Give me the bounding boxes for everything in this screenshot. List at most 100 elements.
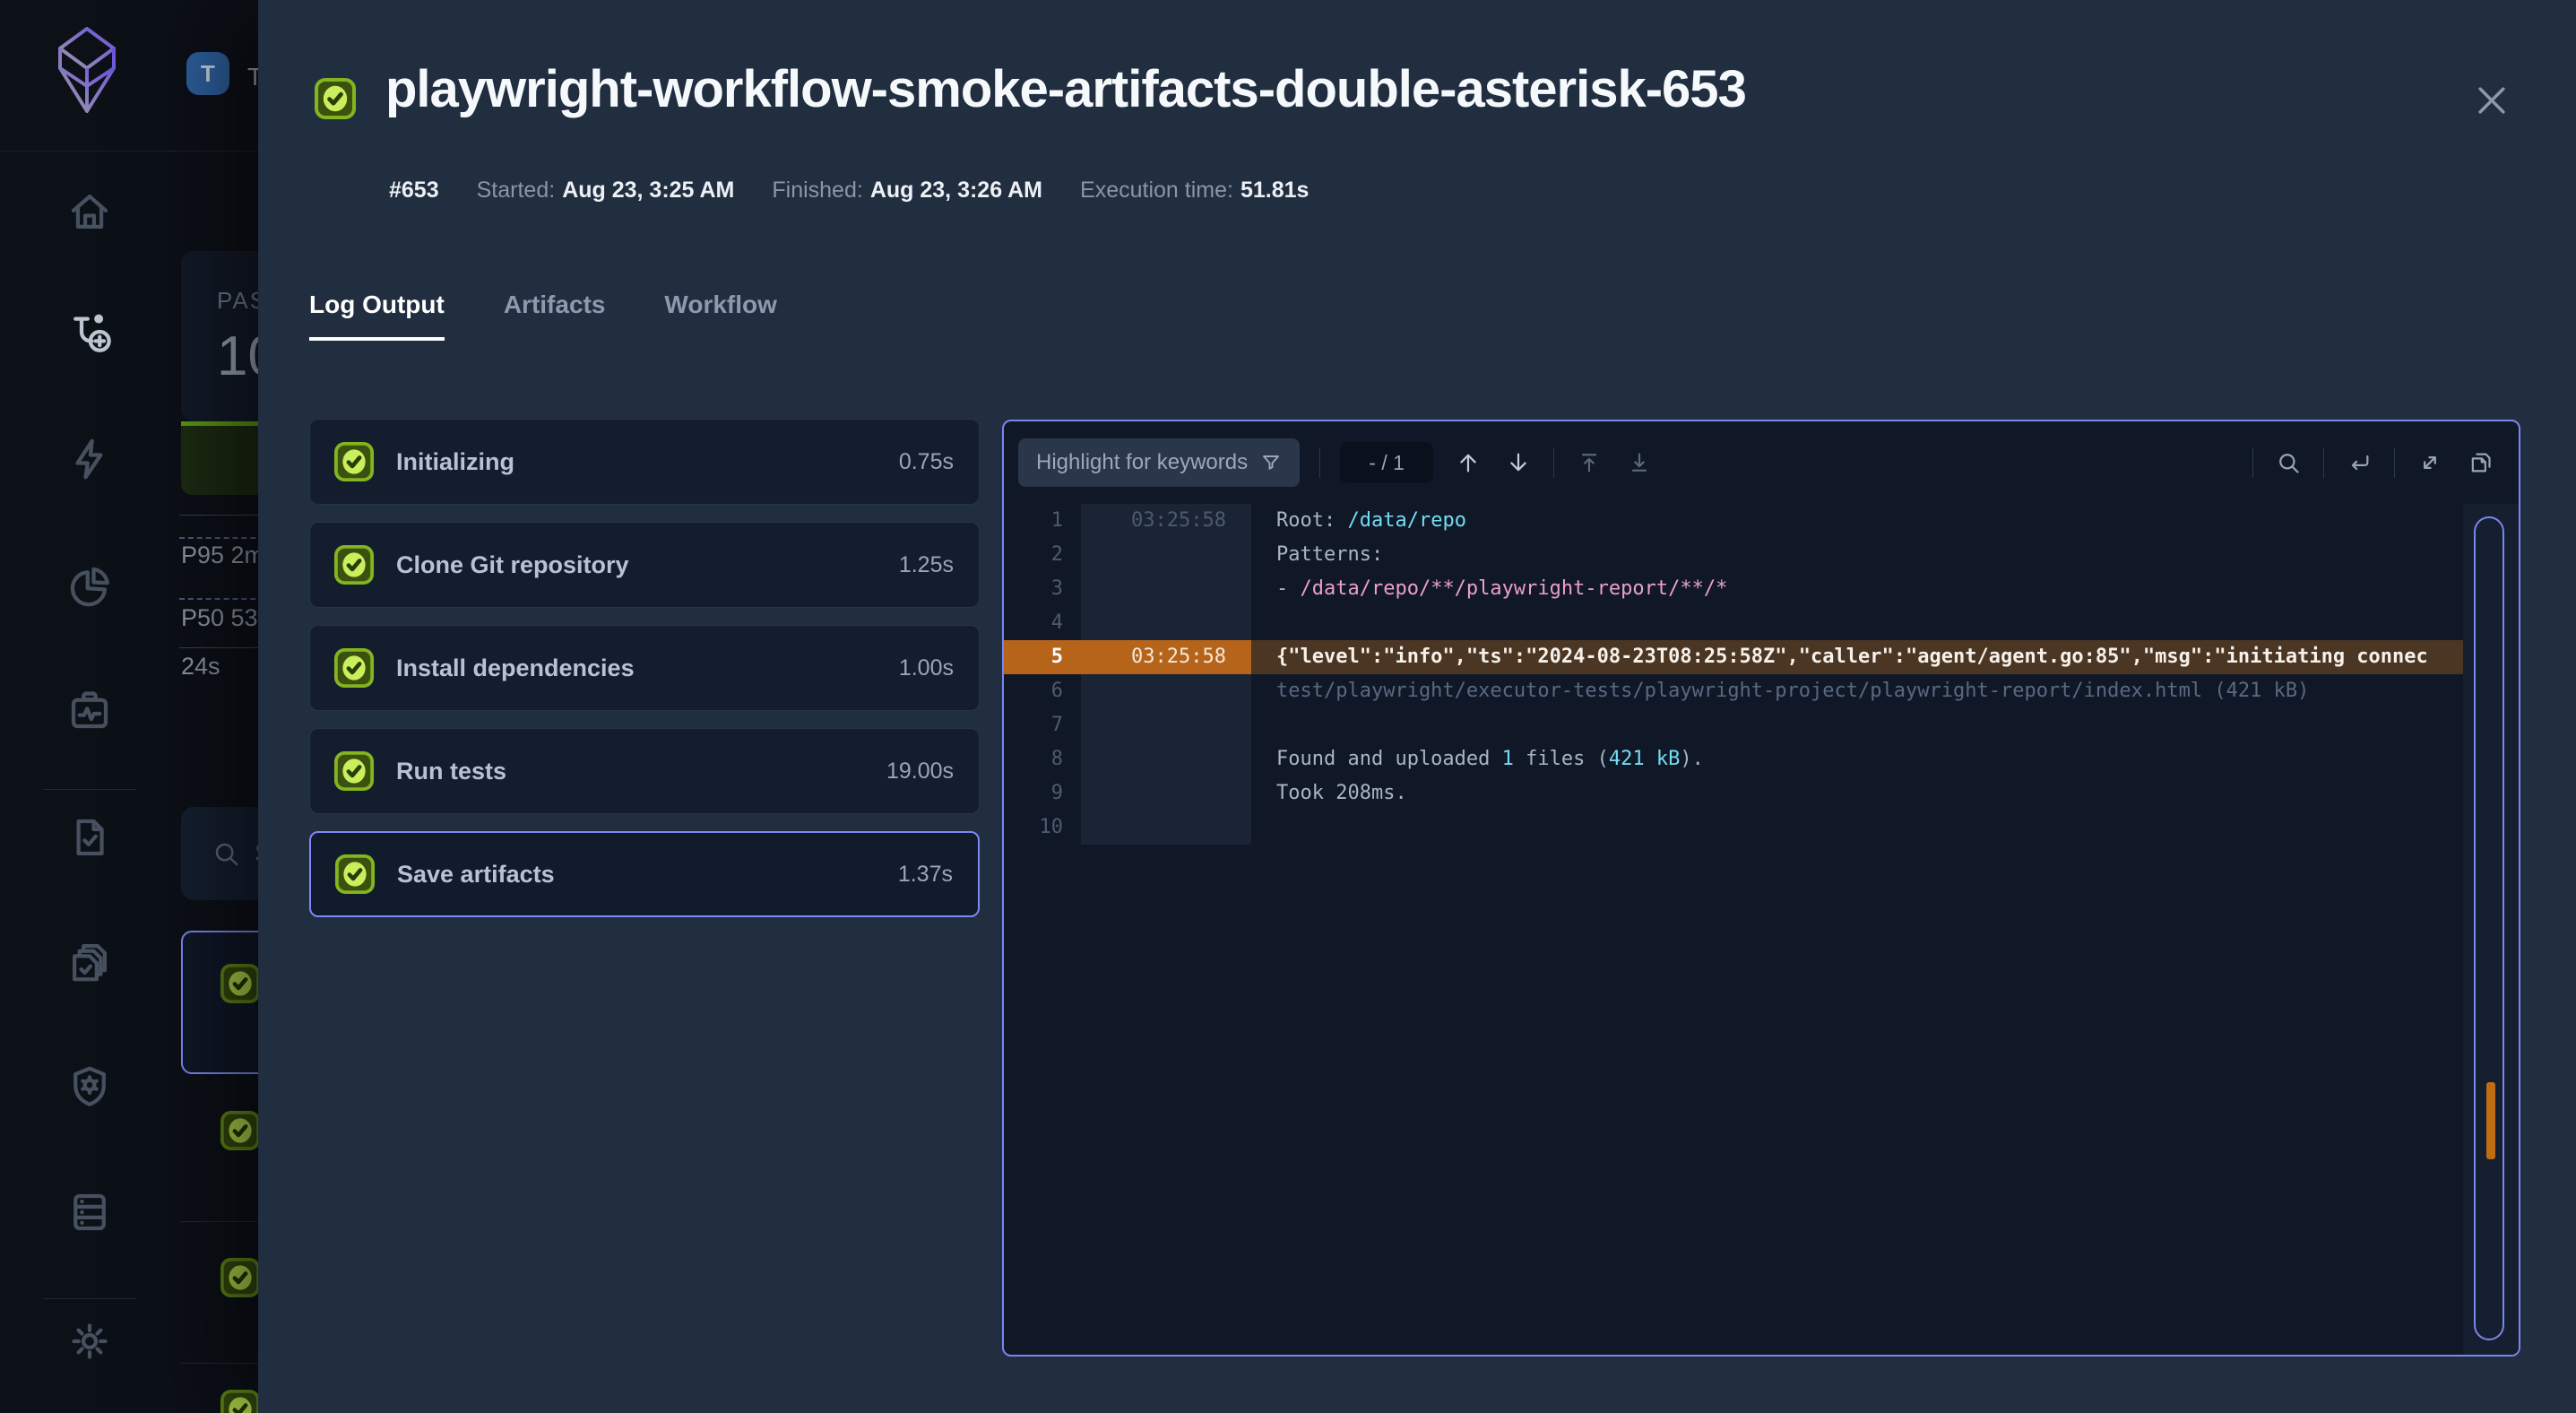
tab-workflow[interactable]: Workflow bbox=[664, 290, 776, 341]
step-list: Initializing0.75s Clone Git repository1.2… bbox=[309, 419, 980, 934]
match-counter: - / 1 bbox=[1340, 442, 1433, 483]
line-content: Patterns: bbox=[1251, 538, 2463, 572]
log-lines: 103:25:58Root: /data/repo2 Patterns:3- /d… bbox=[1004, 504, 2519, 845]
log-line[interactable]: 3- /data/repo/**/playwright-report/**/* bbox=[1004, 572, 2519, 606]
scroll-to-bottom-button[interactable] bbox=[1624, 447, 1655, 478]
doc-check-icon bbox=[65, 813, 114, 862]
gear-icon bbox=[65, 1317, 114, 1365]
sidebar-item-infrastructure[interactable] bbox=[65, 1188, 114, 1236]
step-item[interactable]: Run tests19.00s bbox=[309, 728, 980, 814]
line-content bbox=[1251, 708, 2463, 742]
sidebar-item-security[interactable] bbox=[65, 1062, 114, 1111]
sidebar-item-settings[interactable] bbox=[65, 1317, 114, 1365]
log-search-button[interactable] bbox=[2273, 447, 2304, 478]
line-number: 2 bbox=[1004, 538, 1081, 572]
line-content bbox=[1251, 606, 2463, 640]
step-success-icon bbox=[333, 441, 375, 482]
line-timestamp bbox=[1081, 606, 1251, 640]
app-screen: T To PAS 10 P95 2m P50 53s 24s Se playwr… bbox=[0, 0, 2576, 1413]
scrollbar-thumb[interactable] bbox=[2474, 516, 2504, 1340]
server-icon bbox=[65, 1188, 114, 1236]
scroll-to-top-button[interactable] bbox=[1574, 447, 1604, 478]
close-button[interactable] bbox=[2465, 74, 2519, 127]
step-item[interactable]: Initializing0.75s bbox=[309, 419, 980, 505]
wrap-lines-icon bbox=[2347, 450, 2372, 475]
copy-log-button[interactable] bbox=[2465, 447, 2495, 478]
log-line[interactable]: 9 Took 208ms. bbox=[1004, 776, 2519, 811]
toolbar-separator bbox=[1319, 447, 1320, 478]
log-scrollbar-gutter bbox=[2463, 504, 2519, 1355]
step-item[interactable]: Save artifacts1.37s bbox=[309, 831, 980, 917]
log-line[interactable]: 10 bbox=[1004, 811, 2519, 845]
step-success-icon bbox=[333, 544, 375, 585]
workspace-avatar[interactable]: T bbox=[186, 52, 229, 95]
line-number: 7 bbox=[1004, 708, 1081, 742]
log-line[interactable]: 2 Patterns: bbox=[1004, 538, 2519, 572]
previous-match-button[interactable] bbox=[1453, 447, 1483, 478]
line-timestamp bbox=[1081, 742, 1251, 776]
line-number: 9 bbox=[1004, 776, 1081, 811]
log-line[interactable]: 6test/playwright/executor-tests/playwrig… bbox=[1004, 674, 2519, 708]
filter-funnel-icon bbox=[1260, 452, 1282, 473]
sidebar-item-test-reports[interactable] bbox=[65, 813, 114, 862]
copy-icon bbox=[2468, 450, 2493, 475]
line-number: 5 bbox=[1004, 640, 1081, 674]
pie-icon bbox=[65, 562, 114, 611]
step-success-icon bbox=[334, 854, 376, 895]
toolbar-separator bbox=[2323, 447, 2324, 478]
wrap-lines-button[interactable] bbox=[2344, 447, 2374, 478]
metric-p95: P95 2m bbox=[181, 542, 264, 569]
pipeline-add-icon bbox=[65, 306, 114, 354]
sidebar-item-triggers[interactable] bbox=[65, 435, 114, 483]
tab-artifacts[interactable]: Artifacts bbox=[504, 290, 606, 341]
log-line[interactable]: 103:25:58Root: /data/repo bbox=[1004, 504, 2519, 538]
line-timestamp bbox=[1081, 572, 1251, 606]
line-number: 4 bbox=[1004, 606, 1081, 640]
run-status-success-icon bbox=[314, 77, 357, 120]
metric-p50: P50 53s bbox=[181, 604, 270, 632]
bolt-icon bbox=[65, 435, 114, 483]
step-item[interactable]: Clone Git repository1.25s bbox=[309, 522, 980, 608]
line-content: Found and uploaded 1 files (421 kB). bbox=[1251, 742, 2463, 776]
sidebar-item-create-pipeline[interactable] bbox=[65, 306, 114, 354]
sidebar-item-analytics[interactable] bbox=[65, 562, 114, 611]
tab-log-output[interactable]: Log Output bbox=[309, 290, 445, 341]
app-logo-icon[interactable] bbox=[48, 23, 125, 121]
toolbar-separator bbox=[2252, 447, 2253, 478]
sidebar-item-home[interactable] bbox=[65, 187, 114, 236]
highlight-keywords-button[interactable]: Highlight for keywords bbox=[1018, 438, 1300, 487]
step-item[interactable]: Install dependencies1.00s bbox=[309, 625, 980, 711]
sidebar-divider bbox=[43, 1298, 136, 1299]
search-icon bbox=[2276, 450, 2301, 475]
line-timestamp bbox=[1081, 538, 1251, 572]
modal-tabs: Log Output Artifacts Workflow bbox=[309, 290, 777, 341]
toolbar-separator bbox=[1553, 447, 1554, 478]
search-icon bbox=[212, 839, 240, 868]
line-content bbox=[1251, 811, 2463, 845]
line-timestamp bbox=[1081, 674, 1251, 708]
line-timestamp: 03:25:58 bbox=[1081, 504, 1251, 538]
shield-gear-icon bbox=[65, 1062, 114, 1111]
step-duration: 1.00s bbox=[899, 655, 954, 681]
highlight-position-marker bbox=[2486, 1082, 2495, 1159]
sidebar-item-monitors[interactable] bbox=[65, 686, 114, 734]
expand-fullscreen-button[interactable] bbox=[2415, 447, 2445, 478]
workspace-initial: T bbox=[201, 60, 215, 88]
run-title: playwright-workflow-smoke-artifacts-doub… bbox=[385, 59, 1746, 119]
close-icon bbox=[2472, 81, 2511, 120]
arrow-up-icon bbox=[1456, 450, 1481, 475]
log-line[interactable]: 503:25:58{"level":"info","ts":"2024-08-2… bbox=[1004, 640, 2519, 674]
line-content: test/playwright/executor-tests/playwrigh… bbox=[1251, 674, 2463, 708]
next-match-button[interactable] bbox=[1503, 447, 1534, 478]
log-line[interactable]: 4 bbox=[1004, 606, 2519, 640]
arrow-down-icon bbox=[1506, 450, 1531, 475]
line-timestamp bbox=[1081, 811, 1251, 845]
log-line[interactable]: 8Found and uploaded 1 files (421 kB). bbox=[1004, 742, 2519, 776]
sidebar-item-test-suites[interactable] bbox=[65, 937, 114, 985]
run-meta: #653 Started:Aug 23, 3:25 AM Finished:Au… bbox=[389, 178, 1309, 204]
docs-stack-icon bbox=[65, 937, 114, 985]
log-line[interactable]: 7 bbox=[1004, 708, 2519, 742]
line-content: Took 208ms. bbox=[1251, 776, 2463, 811]
line-number: 1 bbox=[1004, 504, 1081, 538]
toolbar-separator bbox=[2394, 447, 2395, 478]
